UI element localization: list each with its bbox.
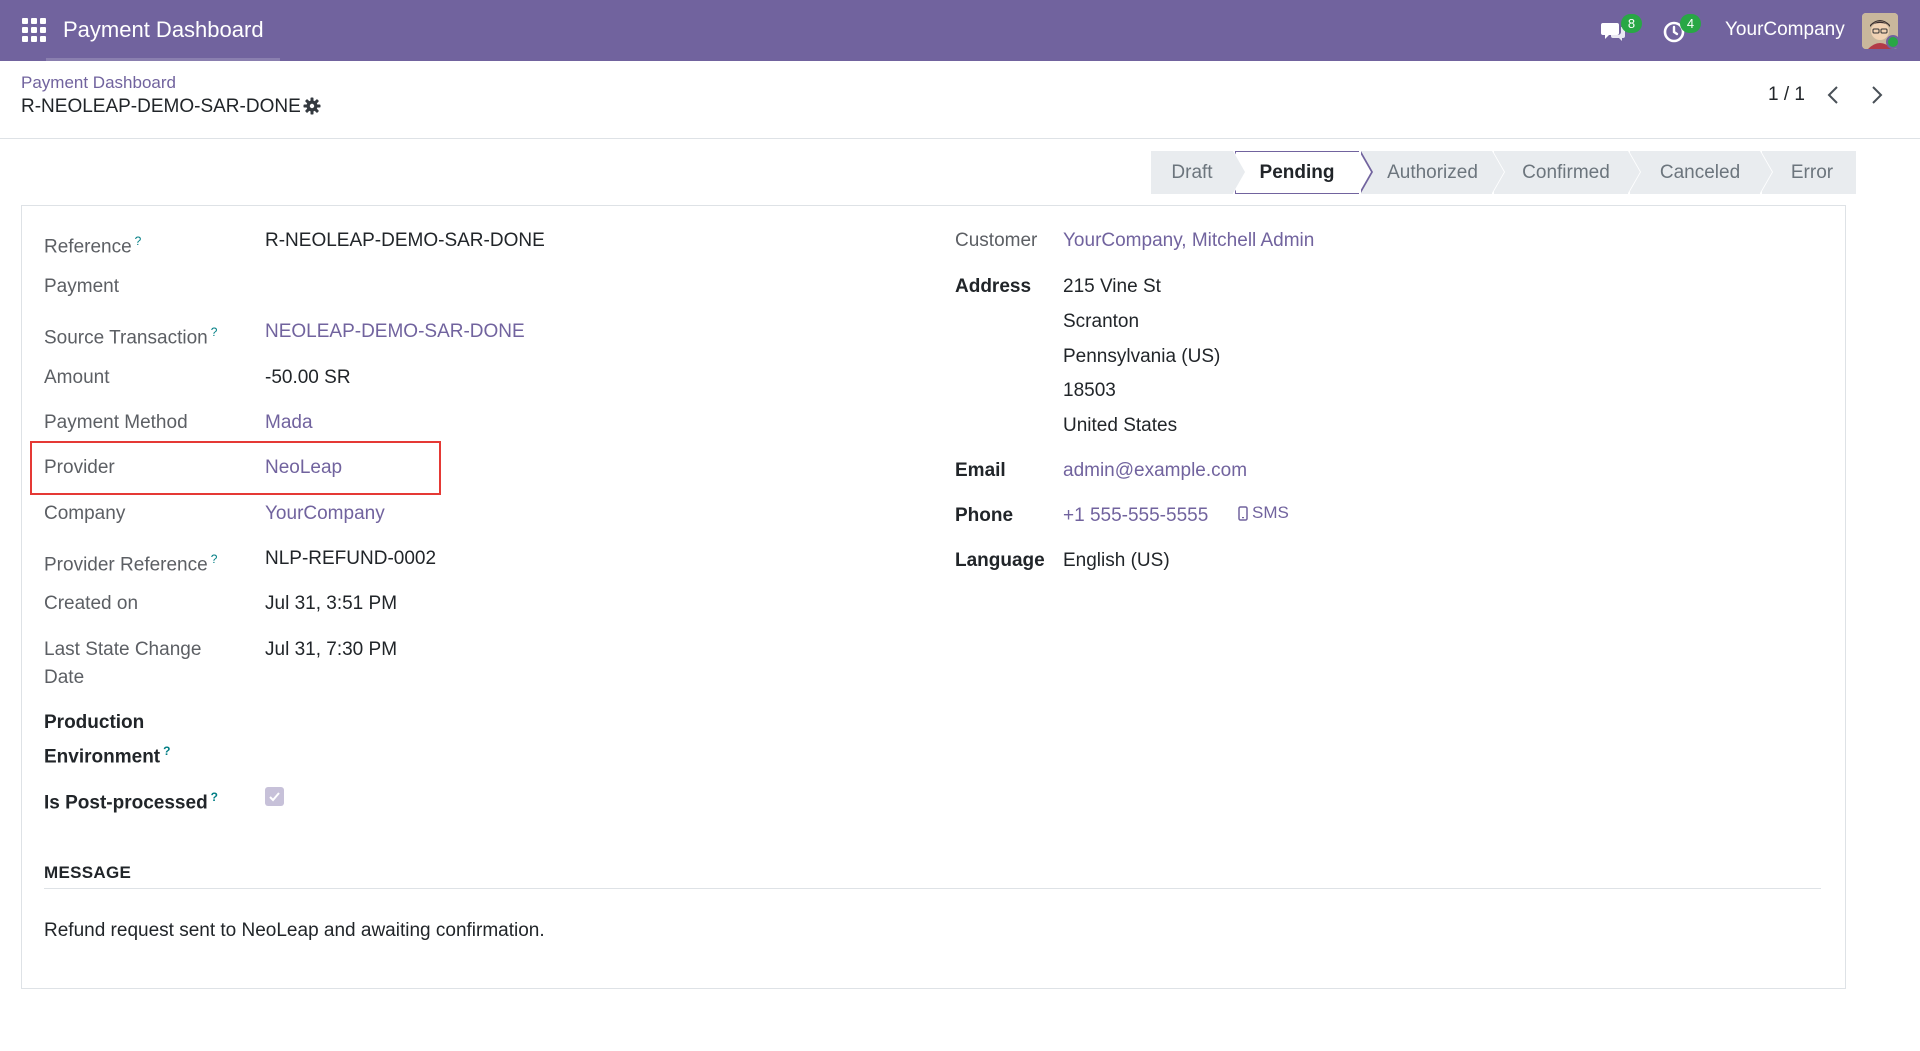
chevron-left-icon[interactable]	[1820, 82, 1848, 108]
company-label: Company	[44, 503, 126, 524]
phone-link[interactable]: +1 555-555-5555	[1063, 502, 1208, 530]
app-title-underline	[46, 58, 280, 61]
provider-reference-label: Provider Reference?	[44, 552, 218, 576]
created-on-value: Jul 31, 3:51 PM	[265, 593, 398, 614]
address-line-5: United States	[1063, 415, 1178, 436]
user-presence-dot	[1886, 35, 1900, 49]
stage-label: Error	[1790, 161, 1834, 183]
checkmark-icon	[269, 792, 280, 802]
help-icon: ?	[210, 325, 218, 339]
language-value: English (US)	[1063, 550, 1170, 571]
stage-label: Authorized	[1387, 161, 1478, 183]
record-title: R-NEOLEAP-DEMO-SAR-DONE	[21, 96, 301, 117]
messages-count-badge: 8	[1621, 14, 1642, 33]
email-link[interactable]: admin@example.com	[1063, 457, 1247, 485]
stage-pending[interactable]: Pending	[1235, 151, 1373, 194]
amount-label: Amount	[44, 367, 110, 388]
stage-label: Draft	[1171, 161, 1213, 183]
message-divider	[44, 888, 1821, 889]
production-environment-label: Production Environment?	[44, 712, 171, 768]
chevron-right-icon[interactable]	[1862, 82, 1890, 108]
amount-value: -50.00 SR	[265, 367, 351, 388]
payment-method-link[interactable]: Mada	[265, 409, 313, 437]
customer-link[interactable]: YourCompany, Mitchell Admin	[1063, 227, 1314, 255]
company-switcher[interactable]: YourCompany	[1725, 19, 1845, 41]
source-transaction-label: Source Transaction?	[44, 325, 218, 349]
address-label: Address	[955, 276, 1032, 297]
post-processed-checkbox[interactable]	[265, 787, 284, 806]
stage-authorized[interactable]: Authorized	[1361, 151, 1505, 194]
gear-icon[interactable]	[303, 97, 321, 115]
help-icon: ?	[210, 552, 218, 566]
sms-label: SMS	[1252, 503, 1289, 522]
breadcrumb-payment-dashboard[interactable]: Payment Dashboard	[21, 73, 176, 93]
email-label: Email	[955, 460, 1006, 481]
stage-label: Canceled	[1659, 161, 1741, 183]
payment-label: Payment	[44, 276, 119, 297]
customer-label: Customer	[955, 230, 1038, 251]
stage-error[interactable]: Error	[1762, 151, 1856, 194]
reference-label: Reference?	[44, 234, 142, 258]
language-label: Language	[955, 550, 1045, 571]
source-transaction-link[interactable]: NEOLEAP-DEMO-SAR-DONE	[265, 318, 525, 346]
stage-label: Pending	[1259, 161, 1335, 183]
pager-value[interactable]: 1 / 1	[1768, 84, 1805, 106]
provider-reference-value: NLP-REFUND-0002	[265, 548, 437, 569]
app-title[interactable]: Payment Dashboard	[63, 17, 264, 43]
help-icon: ?	[163, 744, 171, 758]
stage-confirmed[interactable]: Confirmed	[1494, 151, 1641, 194]
address-line-2: Scranton	[1063, 311, 1140, 332]
provider-label: Provider	[44, 457, 115, 478]
reference-value: R-NEOLEAP-DEMO-SAR-DONE	[265, 230, 545, 251]
stage-label: Confirmed	[1522, 161, 1610, 183]
message-text: Refund request sent to NeoLeap and await…	[44, 920, 545, 941]
stage-draft[interactable]: Draft	[1151, 151, 1246, 194]
created-on-label: Created on	[44, 593, 139, 614]
sms-button[interactable]: SMS	[1238, 503, 1289, 523]
address-line-3: Pennsylvania (US)	[1063, 346, 1221, 367]
is-post-processed-label: Is Post-processed?	[44, 790, 219, 814]
app-menu-grid-icon[interactable]	[22, 18, 46, 42]
help-icon: ?	[210, 790, 219, 804]
activities-count-badge: 4	[1680, 14, 1701, 33]
mobile-phone-icon	[1238, 505, 1248, 521]
payment-method-label: Payment Method	[44, 412, 188, 433]
company-link[interactable]: YourCompany	[265, 500, 385, 528]
last-state-change-value: Jul 31, 7:30 PM	[265, 639, 398, 660]
last-state-change-label: Last State Change Date	[44, 639, 202, 688]
address-line-1: 215 Vine St	[1063, 276, 1161, 297]
address-line-4: 18503	[1063, 380, 1116, 401]
top-navbar: Payment Dashboard 8 4 YourCompany	[0, 0, 1920, 61]
stage-canceled[interactable]: Canceled	[1630, 151, 1773, 194]
phone-label: Phone	[955, 505, 1014, 526]
status-bar: Draft Pending Authorized Confirmed Cance…	[1151, 151, 1856, 194]
provider-link[interactable]: NeoLeap	[265, 454, 342, 482]
message-section-title: MESSAGE	[44, 863, 132, 882]
control-panel-divider	[0, 138, 1920, 139]
help-icon: ?	[134, 234, 142, 248]
